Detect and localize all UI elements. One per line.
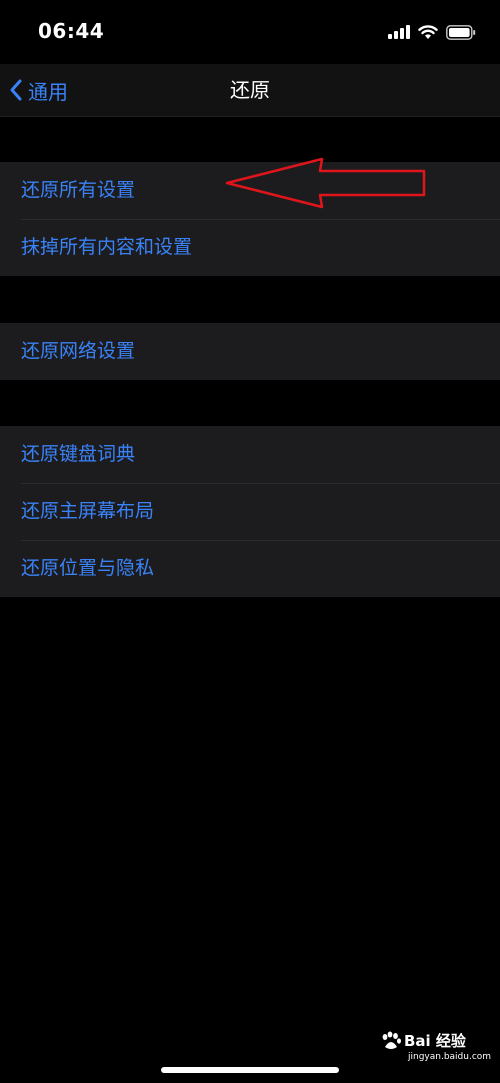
battery-icon: [446, 24, 476, 40]
status-icons: [388, 22, 476, 42]
status-time: 06:44: [38, 19, 105, 43]
watermark-url: jingyan.baidu.com: [408, 1052, 492, 1062]
reset-keyboard-dictionary-row[interactable]: 还原键盘词典: [0, 426, 500, 483]
erase-all-content-row[interactable]: 抹掉所有内容和设置: [0, 219, 500, 276]
paw-icon: [382, 1031, 401, 1049]
chevron-left-icon: [10, 79, 22, 101]
home-indicator[interactable]: [161, 1067, 339, 1073]
reset-location-privacy-row[interactable]: 还原位置与隐私: [0, 540, 500, 597]
reset-group-2: 还原网络设置: [0, 323, 500, 380]
status-bar: 06:44: [0, 0, 500, 64]
watermark-brand: Bai 经验: [404, 1032, 466, 1050]
page-title: 还原: [230, 78, 270, 102]
signal-icon: [388, 25, 410, 39]
reset-network-settings-row[interactable]: 还原网络设置: [0, 323, 500, 380]
wifi-icon: [418, 24, 438, 39]
annotation-arrow: [225, 157, 426, 209]
reset-group-3: 还原键盘词典 还原主屏幕布局 还原位置与隐私: [0, 426, 500, 597]
reset-home-screen-layout-row[interactable]: 还原主屏幕布局: [0, 483, 500, 540]
baidu-watermark: Bai 经验: [380, 1030, 466, 1051]
navigation-bar: 还原 通用: [0, 64, 500, 117]
back-label: 通用: [28, 79, 68, 104]
back-button[interactable]: 通用: [8, 64, 68, 116]
